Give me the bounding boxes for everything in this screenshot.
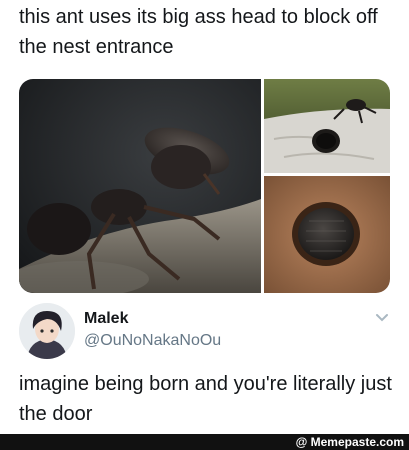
display-name[interactable]: Malek [84, 310, 128, 328]
ant-closeup-photo[interactable] [19, 79, 261, 293]
tweet-text: imagine being born and you're literally … [19, 373, 392, 425]
post-caption: this ant uses its big ass head to block … [19, 6, 378, 58]
watermark-bar: @ Memepaste.com [0, 434, 409, 450]
avatar[interactable] [19, 303, 75, 359]
ant-on-branch-photo[interactable] [264, 79, 390, 173]
head-plug-photo[interactable] [264, 176, 390, 293]
photo-collage [19, 79, 390, 293]
watermark: @ Memepaste.com [295, 435, 404, 449]
chevron-down-icon[interactable] [374, 311, 390, 323]
user-handle[interactable]: @OuNoNakaNoOu [84, 332, 221, 350]
